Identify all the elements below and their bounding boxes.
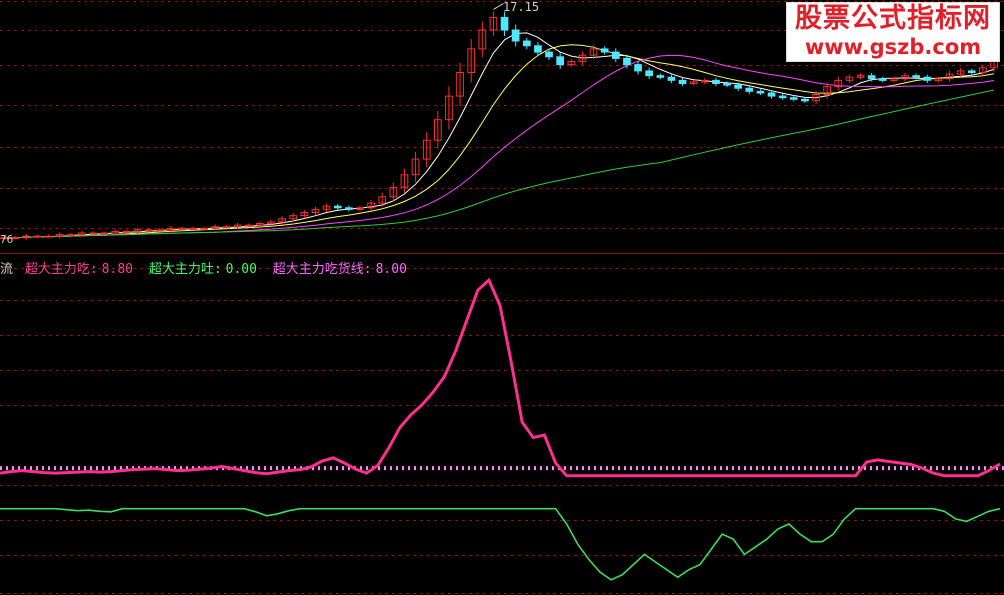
eat-line [0, 277, 1001, 478]
peak-pointer [493, 3, 504, 10]
peak-price-label: 17.15 [503, 0, 540, 14]
candle-body [222, 226, 231, 229]
candle-body [100, 232, 109, 235]
legend-threshold-value: 8.00 [375, 262, 407, 277]
ma10-line [4, 44, 995, 239]
candle-body [89, 232, 97, 235]
candle-body [667, 76, 676, 81]
low-price-label: 76 [0, 233, 14, 246]
candle-body [634, 64, 642, 72]
spit-line [0, 507, 1001, 581]
legend-spit-label: 超大主力吐: [148, 262, 222, 277]
legend-eat-value: 8.80 [101, 262, 133, 277]
candle-body [144, 229, 153, 232]
candle-body [556, 56, 564, 66]
candle-body [545, 51, 553, 58]
candle-body [200, 227, 209, 230]
ma20-line [4, 54, 995, 239]
candle-body [189, 227, 198, 230]
candle-body [155, 229, 164, 232]
candle-body [767, 92, 776, 97]
moving-average-lines [4, 32, 995, 239]
candle-body [511, 29, 520, 42]
peak-price-marker [493, 3, 504, 10]
candle-body [778, 95, 787, 99]
candle-body [745, 87, 754, 92]
candle-body [723, 83, 731, 86]
indicator-lines [0, 277, 1004, 581]
candle-body [867, 75, 876, 80]
candle-body [600, 48, 609, 53]
legend-threshold-label: 超大主力吃货线: [272, 262, 372, 277]
watermark-url: www.gszb.com [804, 35, 982, 59]
legend-threshold: 超大主力吃货线: 8.00 [273, 262, 411, 277]
stock-chart-window: 17.15 76 流 超大主力吃: 8.80 超大主力吐: 0.00 超大主力吃货线… [0, 0, 1004, 595]
legend-spit: 超大主力吐: 0.00 [149, 262, 269, 277]
candle-body [345, 207, 353, 210]
ma60-line [4, 89, 995, 239]
site-watermark: 股票公式指标网 www.gszb.com [786, 2, 1000, 62]
candle-body [178, 227, 186, 230]
candle-body [500, 16, 509, 31]
watermark-title: 股票公式指标网 [795, 3, 991, 34]
candle-body [645, 70, 653, 77]
candle-body [122, 230, 131, 233]
candle-body [612, 51, 620, 59]
candle-body [333, 205, 342, 209]
legend-eat: 超大主力吃: 8.80 [25, 262, 145, 277]
legend-eat-label: 超大主力吃: [24, 262, 98, 277]
candle-body [789, 97, 798, 100]
candle-body [623, 57, 631, 66]
indicator-panel[interactable] [0, 255, 1004, 595]
candle-body [801, 98, 809, 102]
candle-body [534, 45, 542, 53]
candle-body [923, 76, 932, 81]
candle-body [523, 40, 531, 47]
legend-spit-value: 0.00 [225, 262, 257, 277]
candle-body [878, 78, 887, 81]
candle-body [678, 79, 687, 85]
candle-body [967, 70, 976, 74]
candle-body [756, 90, 765, 94]
candle-body [44, 235, 53, 238]
candle-body [244, 224, 253, 227]
candle-body [712, 79, 720, 85]
ma5-line [4, 32, 995, 239]
indicator-legend: 流 超大主力吃: 8.80 超大主力吐: 0.00 超大主力吃货线: 8.00 [0, 258, 415, 277]
candle-body [33, 235, 42, 238]
candle-body [912, 75, 920, 78]
candle-body [656, 75, 665, 78]
legend-prefix: 流 [0, 262, 14, 277]
candle-body [734, 84, 742, 89]
candle-body [66, 234, 75, 237]
